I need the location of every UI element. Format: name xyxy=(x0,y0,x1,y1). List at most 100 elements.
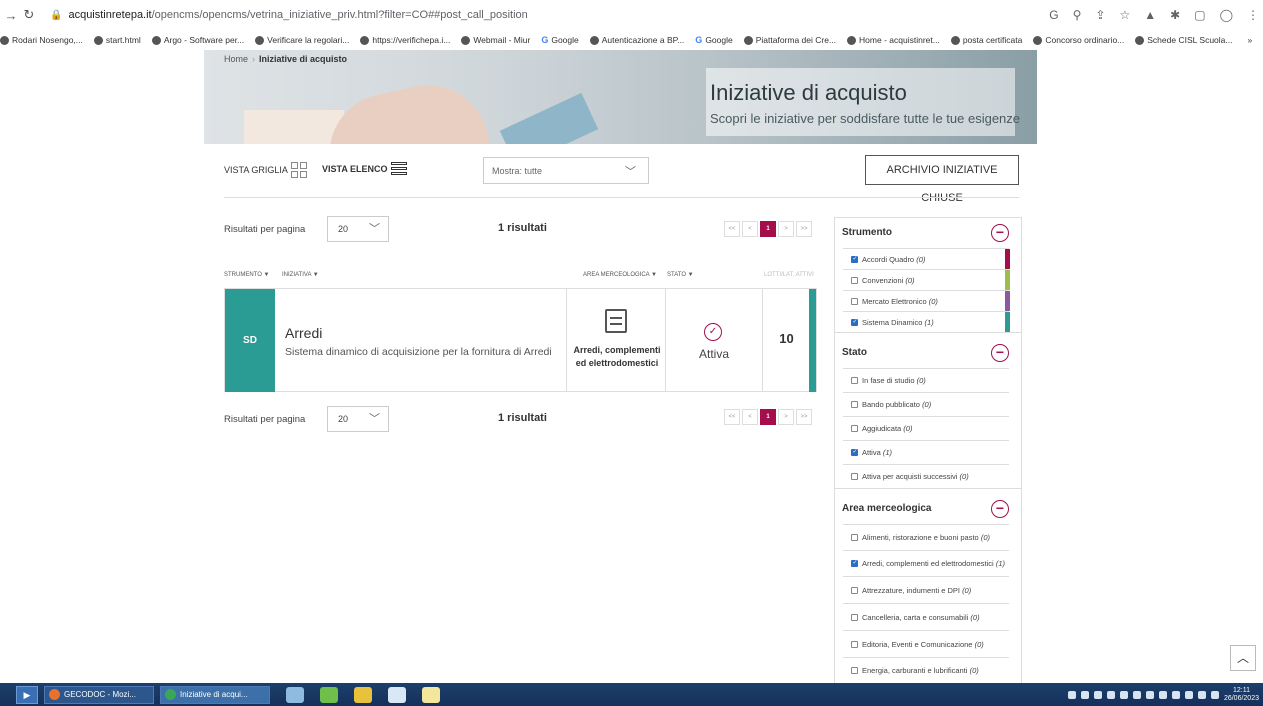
tray-icon[interactable] xyxy=(1132,690,1141,699)
page-current[interactable]: 1 xyxy=(760,221,776,237)
checkbox[interactable] xyxy=(851,586,858,594)
extensions-icon[interactable]: ✱ xyxy=(1170,8,1180,22)
quicklaunch-icon[interactable] xyxy=(286,686,304,703)
tray-icon[interactable] xyxy=(1158,690,1167,699)
page-nav-button[interactable]: > xyxy=(778,221,794,237)
filter-option[interactable]: Editoria, Eventi e Comunicazione (0) xyxy=(843,630,1009,657)
checkbox[interactable] xyxy=(851,401,858,408)
bookmark-item[interactable]: Home - acquistinret... xyxy=(847,35,940,45)
quicklaunch-icon[interactable] xyxy=(388,686,406,703)
forward-icon[interactable]: → xyxy=(4,8,18,23)
tray-icon[interactable] xyxy=(1197,690,1206,699)
tray-icon[interactable] xyxy=(1184,690,1193,699)
page-current[interactable]: 1 xyxy=(760,409,776,425)
breadcrumb-home[interactable]: Home xyxy=(224,54,248,64)
star-icon[interactable]: ☆ xyxy=(1120,8,1131,22)
share-icon[interactable]: ⇪ xyxy=(1095,8,1105,22)
filter-option[interactable]: Attiva per acquisti successivi (0) xyxy=(843,464,1009,488)
bookmark-item[interactable]: G Google xyxy=(541,35,578,45)
checkbox[interactable] xyxy=(851,276,858,284)
google-icon[interactable]: G xyxy=(1049,8,1058,22)
page-nav-button[interactable]: > xyxy=(778,409,794,425)
taskbar-item-firefox[interactable]: GECODOC - Mozi... xyxy=(44,685,154,704)
sidepanel-icon[interactable]: ▢ xyxy=(1194,8,1205,22)
filter-option[interactable]: In fase di studio (0) xyxy=(843,368,1009,392)
filter-option[interactable]: Bando pubblicato (0) xyxy=(843,392,1009,416)
page-nav-button[interactable]: << xyxy=(724,409,740,425)
archive-button[interactable]: ARCHIVIO INIZIATIVE CHIUSE xyxy=(865,155,1019,204)
quicklaunch-icon[interactable] xyxy=(320,686,338,703)
tray-icon[interactable] xyxy=(1171,690,1180,699)
start-icon[interactable]: ▶ xyxy=(16,685,38,704)
initiative-card[interactable]: SD Arredi Sistema dinamico di acquisizio… xyxy=(224,288,817,392)
page-nav-button[interactable]: < xyxy=(742,409,758,425)
page-nav-button[interactable]: >> xyxy=(796,409,812,425)
profile-icon[interactable]: ◯ xyxy=(1220,8,1233,22)
zoom-icon[interactable]: ⚲ xyxy=(1073,8,1082,22)
scroll-top-button[interactable]: ︿ xyxy=(1230,645,1256,671)
lock-icon[interactable]: 🔒 xyxy=(50,10,62,21)
checkbox[interactable] xyxy=(851,318,858,326)
address-bar[interactable]: acquistinretepa.it/opencms/opencms/vetri… xyxy=(68,9,527,21)
grid-view-toggle[interactable]: VISTA GRIGLIA xyxy=(224,162,307,178)
bookmark-item[interactable]: Schede CISL Scuola... xyxy=(1135,35,1232,45)
filter-option[interactable]: Arredi, complementi ed elettrodomestici … xyxy=(843,550,1009,576)
filter-title[interactable]: Strumento − xyxy=(835,218,1021,248)
collapse-icon[interactable]: − xyxy=(991,224,1009,242)
bookmark-item[interactable]: https://verifichepa.i... xyxy=(360,35,450,45)
column-header-area[interactable]: AREA MERCEOLOGICA ▼ xyxy=(583,272,657,278)
checkbox[interactable] xyxy=(851,448,858,456)
menu-icon[interactable]: ⋮ xyxy=(1247,8,1259,22)
filter-title[interactable]: Stato − xyxy=(835,338,1021,368)
checkbox[interactable] xyxy=(851,297,858,305)
bookmark-item[interactable]: Verificare la regolari... xyxy=(255,35,349,45)
page-nav-button[interactable]: < xyxy=(742,221,758,237)
bookmark-item[interactable]: Piattaforma dei Cre... xyxy=(743,35,836,45)
tray-icon[interactable] xyxy=(1067,690,1076,699)
results-per-page-select[interactable]: 20 ﹀ xyxy=(327,406,389,432)
column-header-iniziativa[interactable]: INIZIATIVA ▼ xyxy=(282,272,319,278)
quicklaunch-icon[interactable] xyxy=(354,686,372,703)
tray-icon[interactable] xyxy=(1080,690,1089,699)
checkbox[interactable] xyxy=(851,667,858,674)
filter-option[interactable]: Cancelleria, carta e consumabili (0) xyxy=(843,603,1009,630)
collapse-icon[interactable]: − xyxy=(991,500,1009,518)
bookmark-item[interactable]: Webmail - Miur xyxy=(461,35,530,45)
bookmark-item[interactable]: start.html xyxy=(93,35,141,45)
checkbox[interactable] xyxy=(851,425,858,432)
filter-option[interactable]: Attrezzature, indumenti e DPI (0) xyxy=(843,576,1009,603)
checkbox[interactable] xyxy=(851,534,858,541)
page-nav-button[interactable]: << xyxy=(724,221,740,237)
tray-icon[interactable] xyxy=(1106,690,1115,699)
checkbox[interactable] xyxy=(851,613,858,621)
bookmark-item[interactable]: Concorso ordinario... xyxy=(1033,35,1124,45)
bookmark-item[interactable]: Rodari Nosengo,... xyxy=(0,35,83,45)
page-nav-button[interactable]: >> xyxy=(796,221,812,237)
list-view-toggle[interactable]: VISTA ELENCO xyxy=(322,162,407,175)
bookmark-item[interactable]: posta certificata xyxy=(950,35,1022,45)
taskbar-item-chrome[interactable]: Iniziative di acqui... xyxy=(160,685,270,704)
tray-icon[interactable] xyxy=(1093,690,1102,699)
filter-option[interactable]: Energia, carburanti e lubrificanti (0) xyxy=(843,657,1009,683)
filter-title[interactable]: Area merceologica − xyxy=(835,494,1021,524)
clock[interactable]: 12:11 26/06/2023 xyxy=(1224,687,1259,703)
filter-option[interactable]: Alimenti, ristorazione e buoni pasto (0) xyxy=(843,524,1009,550)
checkbox[interactable] xyxy=(851,377,858,384)
checkbox[interactable] xyxy=(851,255,858,263)
tray-icon[interactable] xyxy=(1119,690,1128,699)
drive-icon[interactable]: ▲ xyxy=(1144,8,1156,22)
results-per-page-select[interactable]: 20 ﹀ xyxy=(327,216,389,242)
checkbox[interactable] xyxy=(851,640,858,648)
filter-option[interactable]: Accordi Quadro (0) xyxy=(843,248,1010,269)
filter-option[interactable]: Convenzioni (0) xyxy=(843,269,1010,290)
reload-icon[interactable]: ↻ xyxy=(22,7,36,23)
bookmark-item[interactable]: Autenticazione a BP... xyxy=(589,35,684,45)
quicklaunch-icon[interactable] xyxy=(422,686,440,703)
filter-option[interactable]: Aggiudicata (0) xyxy=(843,416,1009,440)
filter-option[interactable]: Sistema Dinamico (1) xyxy=(843,311,1010,332)
tray-icon[interactable] xyxy=(1145,690,1154,699)
column-header-stato[interactable]: STATO ▼ xyxy=(667,272,694,278)
bookmarks-overflow[interactable]: » xyxy=(1247,35,1252,45)
filter-option[interactable]: Mercato Elettronico (0) xyxy=(843,290,1010,311)
initiative-name[interactable]: Arredi xyxy=(285,325,322,341)
